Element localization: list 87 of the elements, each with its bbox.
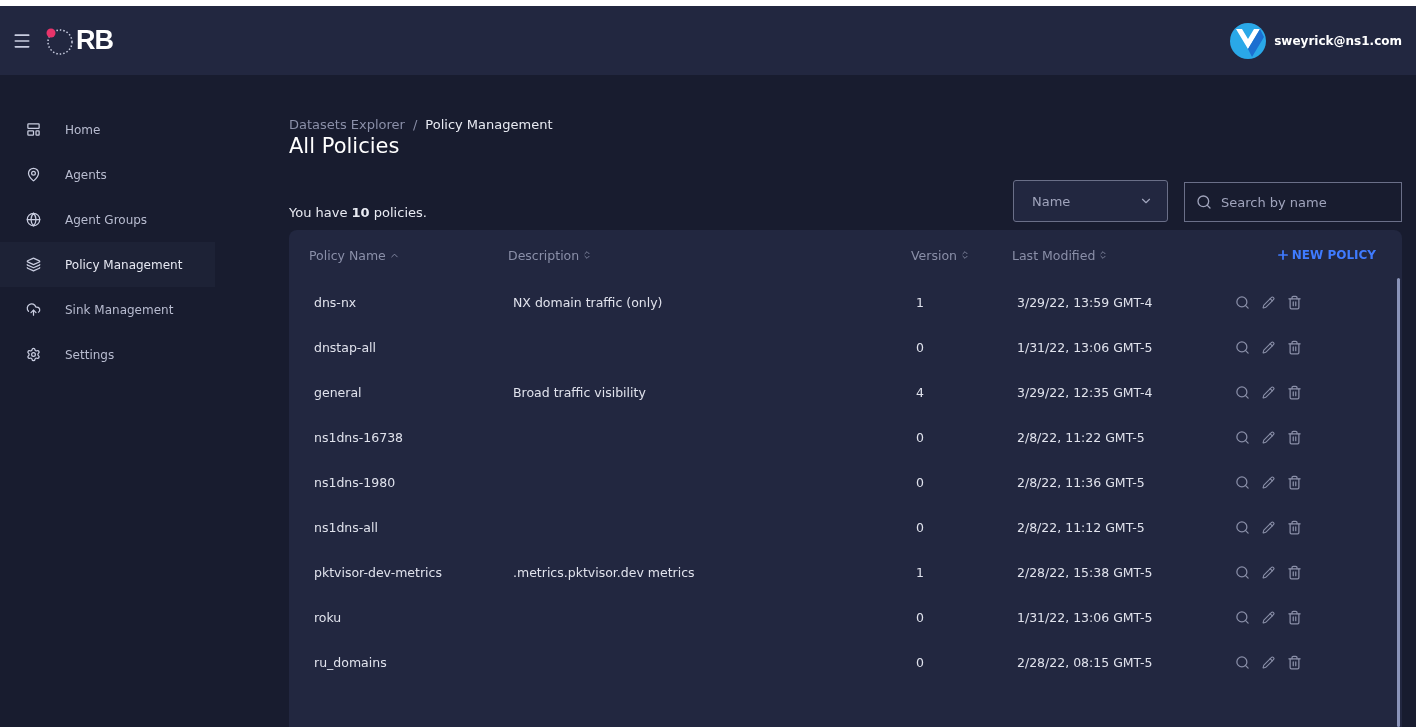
scrollbar[interactable] xyxy=(1397,278,1400,727)
table-cell-text: 2/28/22, 15:38 GMT-5 xyxy=(1016,564,1154,582)
table-cell-text: 1/31/22, 13:06 GMT-5 xyxy=(1016,339,1154,357)
view-button[interactable] xyxy=(1235,385,1250,400)
sidebar-item[interactable]: Policy Management xyxy=(0,242,215,287)
new-policy-button[interactable]: NEW POLICY xyxy=(1269,247,1382,263)
settings-icon xyxy=(26,347,41,362)
plus-icon xyxy=(1275,248,1290,262)
table-cell-text: 0 xyxy=(915,429,925,447)
breadcrumb-link[interactable]: Datasets Explorer xyxy=(289,117,405,132)
table-cell-text: 3/29/22, 12:35 GMT-4 xyxy=(1016,384,1154,402)
delete-button[interactable] xyxy=(1287,475,1302,490)
sidebar-item[interactable]: Agent Groups xyxy=(0,197,215,242)
delete-button[interactable] xyxy=(1287,385,1302,400)
layers-icon xyxy=(26,257,41,272)
user-email: sweyrick@ns1.com xyxy=(1274,33,1402,48)
logo-text: RB xyxy=(76,25,113,56)
table-cell-text: ns1dns-all xyxy=(313,519,379,537)
delete-button[interactable] xyxy=(1287,520,1302,535)
view-button[interactable] xyxy=(1235,340,1250,355)
policy-count-text: You have 10 policies. xyxy=(289,205,427,220)
search-field[interactable]: Search by name xyxy=(1184,182,1402,222)
breadcrumb-separator: / xyxy=(412,117,418,132)
table-cell-text: 0 xyxy=(915,654,925,672)
table-cell-text: 2/8/22, 11:12 GMT-5 xyxy=(1016,519,1146,537)
view-button[interactable] xyxy=(1235,565,1250,580)
table-cell-text: .metrics.pktvisor.dev metrics xyxy=(512,564,696,582)
edit-button[interactable] xyxy=(1262,656,1275,669)
avatar xyxy=(1230,22,1267,59)
delete-button[interactable] xyxy=(1287,565,1302,580)
view-button[interactable] xyxy=(1235,295,1250,310)
cloud-upload-icon xyxy=(26,302,41,317)
sidebar-item[interactable]: Sink Management xyxy=(0,287,215,332)
table-cell-text: 2/8/22, 11:22 GMT-5 xyxy=(1016,429,1146,447)
edit-button[interactable] xyxy=(1262,296,1275,309)
edit-button[interactable] xyxy=(1262,521,1275,534)
globe-icon xyxy=(26,212,41,227)
table-cell-text: 2/28/22, 08:15 GMT-5 xyxy=(1016,654,1154,672)
delete-button[interactable] xyxy=(1287,340,1302,355)
delete-button[interactable] xyxy=(1287,655,1302,670)
breadcrumb-link[interactable]: Policy Management xyxy=(425,117,553,132)
table-cell-text: ru_domains xyxy=(313,654,388,672)
edit-button[interactable] xyxy=(1262,566,1275,579)
table-cell-text: 1 xyxy=(915,564,925,582)
table-cell-text: 1 xyxy=(915,294,925,312)
table-cell-text: ns1dns-1980 xyxy=(313,474,397,492)
location-pin-icon xyxy=(26,167,41,182)
table-cell-text: 4 xyxy=(915,384,925,402)
table-cell-text: 0 xyxy=(915,609,925,627)
edit-button[interactable] xyxy=(1262,611,1275,624)
table-cell-text: ns1dns-16738 xyxy=(313,429,405,447)
sidebar-item[interactable]: Agents xyxy=(0,152,215,197)
table-cell-text: 0 xyxy=(915,519,925,537)
table-cell-text: 1/31/22, 13:06 GMT-5 xyxy=(1016,609,1154,627)
view-button[interactable] xyxy=(1235,655,1250,670)
table-cell-text: NX domain traffic (only) xyxy=(512,294,664,312)
filter-select[interactable]: Name xyxy=(1013,180,1168,222)
delete-button[interactable] xyxy=(1287,610,1302,625)
table-cell-text: 0 xyxy=(915,339,925,357)
table-cell-text: 0 xyxy=(915,474,925,492)
table-cell-text: dnstap-all xyxy=(313,339,377,357)
column-header[interactable]: Description xyxy=(508,230,911,280)
delete-button[interactable] xyxy=(1287,295,1302,310)
column-header[interactable]: Last Modified xyxy=(1012,230,1226,280)
search-icon xyxy=(1196,194,1212,210)
edit-button[interactable] xyxy=(1262,476,1275,489)
table-cell-text: roku xyxy=(313,609,343,627)
view-button[interactable] xyxy=(1235,430,1250,445)
column-header[interactable]: Version xyxy=(911,230,1012,280)
view-button[interactable] xyxy=(1235,520,1250,535)
sidebar-item[interactable]: Home xyxy=(0,107,215,152)
delete-button[interactable] xyxy=(1287,430,1302,445)
table-cell-text: 2/8/22, 11:36 GMT-5 xyxy=(1016,474,1146,492)
edit-button[interactable] xyxy=(1262,431,1275,444)
table-cell-text: Broad traffic visibility xyxy=(512,384,647,402)
table-cell-text: pktvisor-dev-metrics xyxy=(313,564,443,582)
view-button[interactable] xyxy=(1235,610,1250,625)
view-button[interactable] xyxy=(1235,475,1250,490)
edit-button[interactable] xyxy=(1262,386,1275,399)
layout-icon xyxy=(26,122,41,137)
page-title: All Policies xyxy=(289,134,401,158)
table-cell-text: 3/29/22, 13:59 GMT-4 xyxy=(1016,294,1154,312)
edit-button[interactable] xyxy=(1262,341,1275,354)
column-header[interactable]: Policy Name xyxy=(309,230,508,280)
table-cell-text: dns-nx xyxy=(313,294,358,312)
table-cell-text: general xyxy=(313,384,363,402)
sidebar-item[interactable]: Settings xyxy=(0,332,215,377)
